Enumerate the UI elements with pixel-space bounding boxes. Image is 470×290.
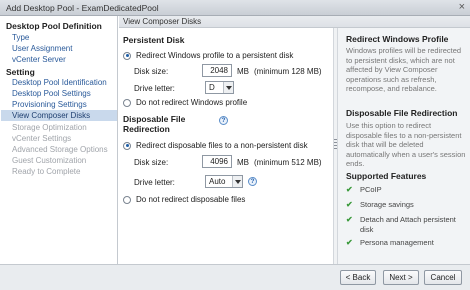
disposable-drive-letter-label: Drive letter: [134,178,175,187]
redirect-disposable-option[interactable]: Redirect disposable files to a non-persi… [123,141,308,150]
window-titlebar: Add Desktop Pool - ExamDedicatedPool × [0,0,470,16]
main-form: Persistent Disk Redirect Windows profile… [119,28,333,264]
redirect-profile-radio[interactable] [123,51,131,60]
help-title-disposable: Disposable File Redirection [346,108,458,118]
redirect-profile-option[interactable]: Redirect Windows profile to a persistent… [123,51,293,60]
window-title: Add Desktop Pool - ExamDedicatedPool [6,3,159,13]
redirect-disposable-label: Redirect disposable files to a non-persi… [136,141,308,150]
sidebar-item-vcenter-server[interactable]: vCenter Server [12,55,66,64]
next-button[interactable]: Next > [383,270,419,285]
no-redirect-profile-option[interactable]: Do not redirect Windows profile [123,98,247,107]
feature-label: PCoIP [360,185,382,194]
persistent-disk-heading: Persistent Disk [123,35,185,45]
sidebar-item-pool-settings[interactable]: Desktop Pool Settings [12,89,91,98]
wizard-footer: < Back Next > Cancel [0,264,470,290]
persistent-disk-size-label: Disk size: [134,67,169,76]
disposable-help-icon[interactable]: ? [219,116,228,125]
drive-letter-help-icon[interactable]: ? [248,177,257,186]
disposable-disk-size-input[interactable]: 4096 [202,155,232,168]
sidebar-group-definition: Desktop Pool Definition [6,21,102,31]
persistent-drive-letter-label: Drive letter: [134,84,175,93]
sidebar-item-advanced-storage: Advanced Storage Options [12,145,108,154]
no-redirect-disposable-option[interactable]: Do not redirect disposable files [123,195,245,204]
back-button[interactable]: < Back [340,270,376,285]
disposable-heading-line1: Disposable File [123,114,186,124]
splitter-grip-icon[interactable] [334,139,337,149]
persistent-disk-size-unit: MB [237,67,249,76]
feature-item: ✔ PCoIP [346,185,466,195]
check-icon: ✔ [346,215,353,224]
persistent-drive-letter-value: D [209,83,215,92]
help-title-redirect-profile: Redirect Windows Profile [346,34,449,44]
persistent-drive-letter-select[interactable]: D [205,81,234,94]
sidebar-item-provisioning-settings[interactable]: Provisioning Settings [12,100,87,109]
feature-item: ✔ Detach and Attach persistent disk [346,215,466,234]
feature-label: Storage savings [360,200,414,209]
disposable-disk-size-unit: MB [237,158,249,167]
page-title: View Composer Disks [123,17,202,26]
help-text-redirect-profile: Windows profiles will be redirected to p… [346,46,462,93]
help-title-supported-features: Supported Features [346,171,427,181]
sidebar-item-vcenter-settings: vCenter Settings [12,134,72,143]
redirect-profile-label: Redirect Windows profile to a persistent… [136,51,294,60]
feature-label: Detach and Attach persistent disk [360,215,456,234]
chevron-down-icon[interactable] [232,176,242,187]
disposable-drive-letter-value: Auto [209,177,226,186]
persistent-disk-size-input[interactable]: 2048 [202,64,232,77]
sidebar-item-view-composer-disks[interactable]: View Composer Disks [1,110,117,121]
no-redirect-disposable-label: Do not redirect disposable files [136,195,246,204]
no-redirect-profile-label: Do not redirect Windows profile [136,98,248,107]
help-panel: Redirect Windows Profile Windows profile… [338,28,470,264]
feature-label: Persona management [360,238,434,247]
sidebar-item-user-assignment[interactable]: User Assignment [12,44,72,53]
persistent-disk-size-min: (minimum 128 MB) [254,67,322,76]
sidebar-item-pool-identification[interactable]: Desktop Pool Identification [12,78,107,87]
sidebar-item-guest-customization: Guest Customization [12,156,87,165]
feature-item: ✔ Storage savings [346,200,466,210]
check-icon: ✔ [346,238,353,247]
sidebar-item-ready-to-complete: Ready to Complete [12,167,81,176]
disposable-drive-letter-select[interactable]: Auto [205,175,243,188]
check-icon: ✔ [346,185,353,194]
feature-item: ✔ Persona management [346,238,466,248]
no-redirect-profile-radio[interactable] [123,98,131,107]
sidebar-item-storage-optimization: Storage Optimization [12,123,87,132]
check-icon: ✔ [346,200,353,209]
no-redirect-disposable-radio[interactable] [123,195,131,204]
redirect-disposable-radio[interactable] [123,141,131,150]
wizard-sidebar: Desktop Pool Definition Type User Assign… [0,16,118,264]
disposable-disk-size-min: (minimum 512 MB) [254,158,322,167]
cancel-button[interactable]: Cancel [424,270,462,285]
content-header: View Composer Disks [119,16,470,28]
chevron-down-icon[interactable] [223,82,233,93]
sidebar-item-type[interactable]: Type [12,33,29,42]
sidebar-group-setting: Setting [6,67,35,77]
disposable-heading-line2: Redirection [123,124,170,134]
close-icon[interactable]: × [459,1,465,13]
disposable-disk-size-label: Disk size: [134,158,169,167]
help-text-disposable: Use this option to redirect disposable f… [346,121,466,168]
